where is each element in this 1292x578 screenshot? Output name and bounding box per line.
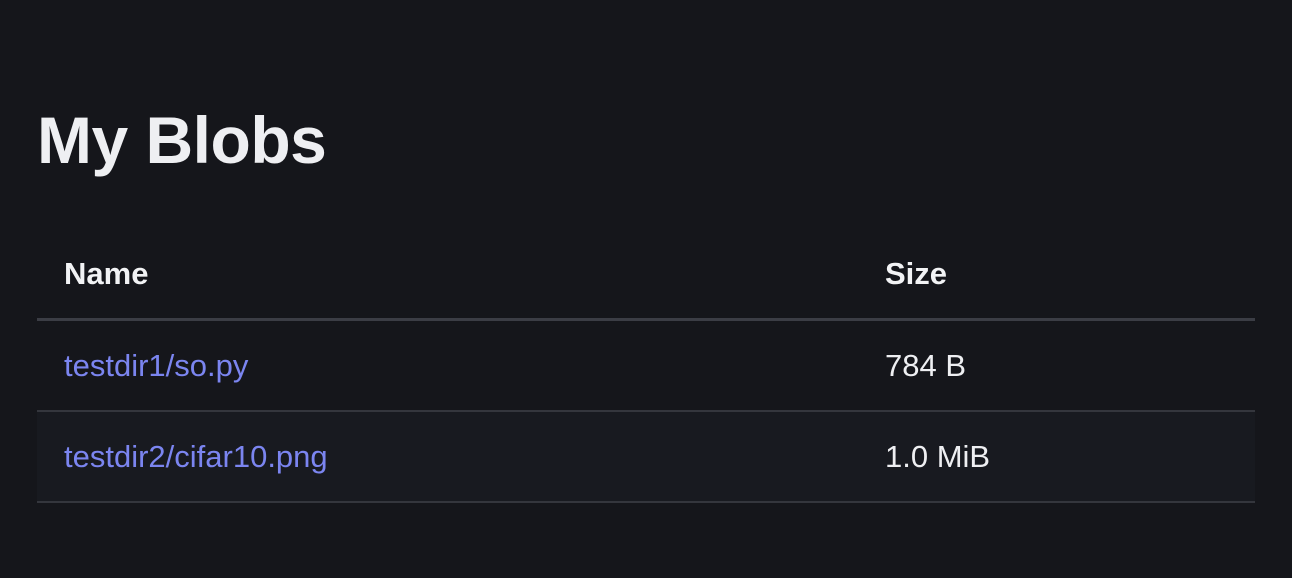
page-title: My Blobs: [37, 103, 327, 177]
column-header-name: Name: [37, 230, 885, 321]
blob-name-cell: testdir1/so.py: [37, 319, 885, 412]
blobs-table: Name Size testdir1/so.py 784 B testdir2/…: [37, 230, 1255, 503]
table-header-row: Name Size: [37, 230, 1255, 321]
blob-link[interactable]: testdir1/so.py: [64, 348, 248, 383]
blob-name-cell: testdir2/cifar10.png: [37, 411, 885, 503]
table-body: testdir1/so.py 784 B testdir2/cifar10.pn…: [37, 319, 1255, 503]
blobs-page: My Blobs Name Size testdir1/so.py 784 B …: [0, 0, 1292, 578]
blob-size-cell: 784 B: [885, 319, 1255, 412]
blob-size-cell: 1.0 MiB: [885, 411, 1255, 503]
blob-link[interactable]: testdir2/cifar10.png: [64, 439, 328, 474]
table-row: testdir2/cifar10.png 1.0 MiB: [37, 411, 1255, 503]
column-header-size: Size: [885, 230, 1255, 321]
table-header: Name Size: [37, 230, 1255, 321]
table-row: testdir1/so.py 784 B: [37, 319, 1255, 412]
